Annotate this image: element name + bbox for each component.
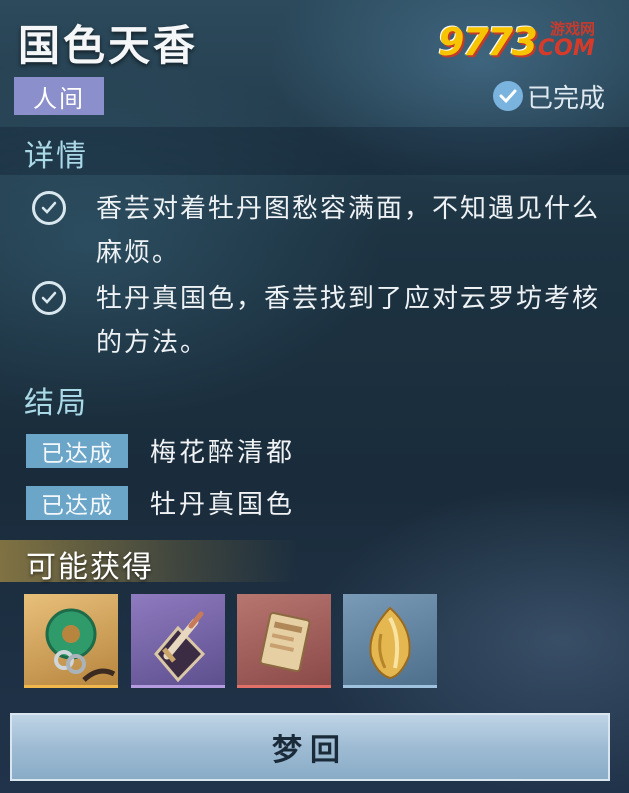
rewards-title: 可能获得	[26, 550, 154, 585]
dream-replay-label: 梦回	[272, 733, 348, 768]
reward-slot[interactable]	[131, 594, 225, 688]
scroll-token-icon	[259, 611, 311, 673]
watermark-number: 9773	[438, 20, 538, 64]
check-icon	[32, 191, 66, 225]
golden-bud-icon	[369, 606, 411, 680]
completion-status: 已完成	[492, 78, 605, 114]
world-tag: 人间	[14, 77, 104, 115]
title: 国色天香	[18, 21, 199, 70]
achieved-badge: 已达成	[26, 433, 128, 468]
achieved-badge: 已达成	[26, 485, 128, 520]
dream-replay-button[interactable]: 梦回	[10, 713, 610, 781]
check-icon	[32, 281, 66, 315]
detail-text: 香芸对着牡丹图愁容满面，不知遇见什么麻烦。	[96, 194, 601, 268]
endings-title: 结局	[24, 386, 88, 421]
rewards-header: 可能获得	[0, 540, 300, 585]
jade-pendant-icon	[45, 608, 116, 682]
ending-name: 牡丹真国色	[150, 490, 296, 520]
detail-item: 香芸对着牡丹图愁容满面，不知遇见什么麻烦。	[32, 187, 606, 275]
completion-label: 已完成	[526, 83, 605, 114]
watermark-domain: COM	[538, 36, 595, 61]
ending-item[interactable]: 已达成 梅花醉清都	[26, 432, 295, 469]
reward-slot[interactable]	[24, 594, 118, 688]
details-title: 详情	[24, 139, 88, 174]
reward-slot[interactable]	[343, 594, 437, 688]
dagger-icon	[154, 611, 206, 683]
section-band	[0, 127, 629, 175]
detail-item: 牡丹真国色，香芸找到了应对云罗坊考核的方法。	[32, 277, 606, 365]
ending-item[interactable]: 已达成 牡丹真国色	[26, 484, 295, 521]
ending-name: 梅花醉清都	[150, 438, 296, 468]
completed-check-icon	[492, 81, 523, 111]
watermark-logo: 9773 游戏网 COM	[438, 14, 618, 64]
reward-slot[interactable]	[237, 594, 331, 688]
detail-text: 牡丹真国色，香芸找到了应对云罗坊考核的方法。	[96, 284, 601, 358]
